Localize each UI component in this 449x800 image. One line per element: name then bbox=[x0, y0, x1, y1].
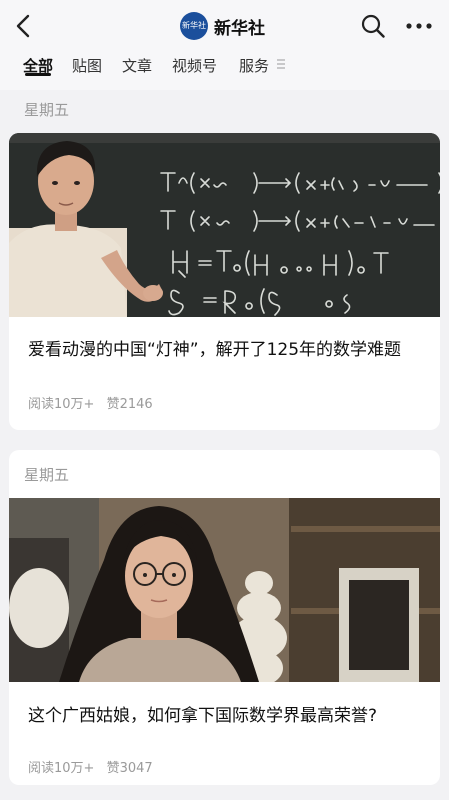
tab-services[interactable]: 服务 bbox=[239, 54, 269, 78]
search-icon[interactable] bbox=[360, 13, 386, 39]
like-count: 赞2146 bbox=[106, 397, 153, 412]
active-tab-indicator bbox=[25, 73, 51, 76]
article-meta: 阅读10万+ 赞2146 bbox=[28, 393, 153, 412]
article-meta: 阅读10万+ 赞3047 bbox=[28, 757, 153, 776]
tab-images[interactable]: 贴图 bbox=[72, 54, 102, 78]
article-card[interactable]: 爱看动漫的中国“灯神”，解开了125年的数学难题 阅读10万+ 赞2146 bbox=[9, 133, 440, 430]
article-image-portrait[interactable] bbox=[9, 498, 440, 682]
article-title[interactable]: 这个广西姑娘，如何拿下国际数学界最高荣誉? bbox=[28, 702, 428, 730]
tab-bar: 全部 贴图 文章 视频号 服务 bbox=[0, 52, 449, 90]
menu-lines-icon[interactable] bbox=[276, 58, 286, 70]
account-brand[interactable]: 新华社 新华社 bbox=[180, 12, 265, 40]
tab-articles[interactable]: 文章 bbox=[122, 54, 152, 78]
back-chevron-icon[interactable] bbox=[10, 12, 38, 40]
xinhua-logo-icon: 新华社 bbox=[180, 12, 208, 40]
day-label: 星期五 bbox=[24, 466, 70, 484]
day-label: 星期五 bbox=[24, 101, 70, 119]
account-name: 新华社 bbox=[214, 18, 265, 39]
like-count: 赞3047 bbox=[106, 761, 153, 776]
top-bar: 新华社 新华社 bbox=[0, 0, 449, 52]
read-count: 阅读10万+ bbox=[28, 397, 95, 412]
more-dots-icon[interactable] bbox=[404, 13, 434, 39]
read-count: 阅读10万+ bbox=[28, 761, 95, 776]
article-card[interactable]: 星期五 这个广西姑娘，如何拿下国际数学界最高荣誉? 阅读10万+ 赞3047 bbox=[9, 450, 440, 785]
article-image-chalkboard[interactable] bbox=[9, 133, 440, 317]
article-title[interactable]: 爱看动漫的中国“灯神”，解开了125年的数学难题 bbox=[28, 336, 428, 364]
tab-channels[interactable]: 视频号 bbox=[172, 54, 217, 78]
logo-text: 新华社 bbox=[182, 21, 206, 30]
